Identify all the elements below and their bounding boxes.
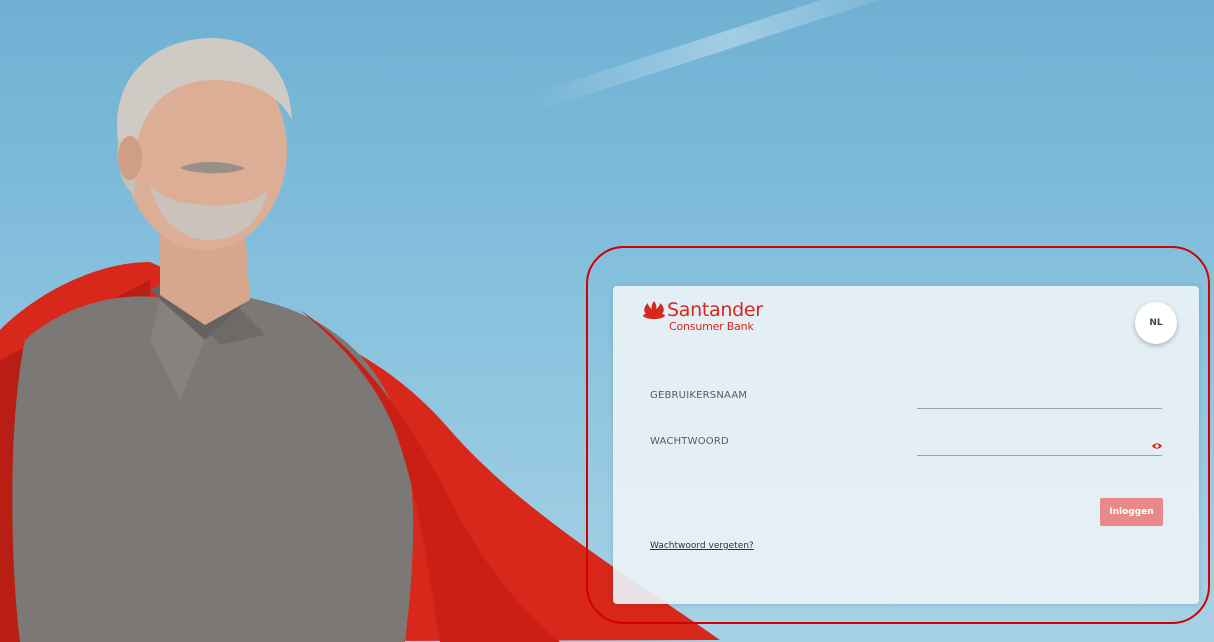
username-input[interactable]: [917, 390, 1162, 409]
eye-icon[interactable]: [1152, 442, 1162, 450]
login-page: Santander Consumer Bank NL GEBRUIKERSNAA…: [0, 0, 1214, 642]
login-button[interactable]: Inloggen: [1100, 498, 1163, 526]
brand-name: Santander: [667, 299, 763, 321]
brand-logo: Santander Consumer Bank: [643, 300, 763, 333]
forgot-password-link[interactable]: Wachtwoord vergeten?: [650, 541, 754, 551]
password-input[interactable]: [917, 437, 1162, 456]
brand-subtitle: Consumer Bank: [669, 320, 754, 333]
password-label: WACHTWOORD: [650, 436, 729, 447]
username-label: GEBRUIKERSNAAM: [650, 390, 748, 401]
login-card: Santander Consumer Bank NL GEBRUIKERSNAA…: [613, 286, 1199, 604]
language-selector-button[interactable]: NL: [1135, 302, 1177, 344]
santander-flame-icon: [643, 301, 665, 319]
